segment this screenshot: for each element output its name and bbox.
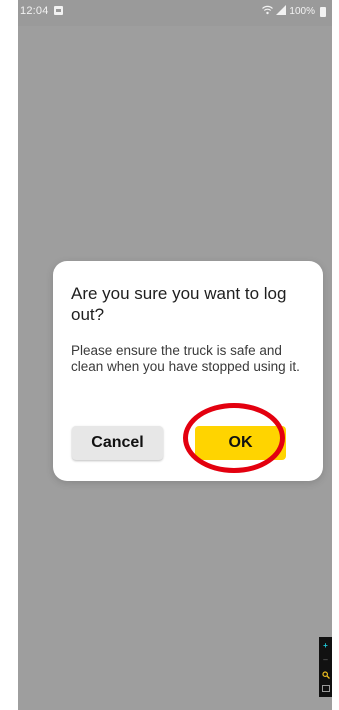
zoom-in-icon[interactable]: +: [322, 642, 330, 650]
status-time: 12:04: [20, 5, 49, 17]
frame-icon[interactable]: [321, 684, 330, 692]
search-icon[interactable]: [321, 671, 330, 679]
dialog-message: Please ensure the truck is safe and clea…: [71, 343, 300, 374]
signal-icon: [276, 5, 287, 18]
logout-dialog: Are you sure you want to log out? Please…: [53, 261, 323, 481]
wifi-icon: [262, 5, 274, 18]
status-bar: 12:04 100%: [18, 0, 332, 26]
ok-button[interactable]: OK: [195, 426, 286, 460]
dialog-title: Are you sure you want to log out?: [71, 284, 287, 324]
battery-icon: [320, 6, 326, 17]
phone-screen: 12:04 100% Are you sure you want to log …: [18, 0, 332, 710]
status-right-group: 100%: [262, 5, 326, 18]
zoom-out-icon[interactable]: –: [322, 656, 330, 664]
side-toolbar: + –: [319, 637, 332, 697]
notification-icon: [54, 6, 63, 15]
cancel-button[interactable]: Cancel: [72, 426, 163, 460]
battery-percent: 100%: [289, 6, 315, 17]
